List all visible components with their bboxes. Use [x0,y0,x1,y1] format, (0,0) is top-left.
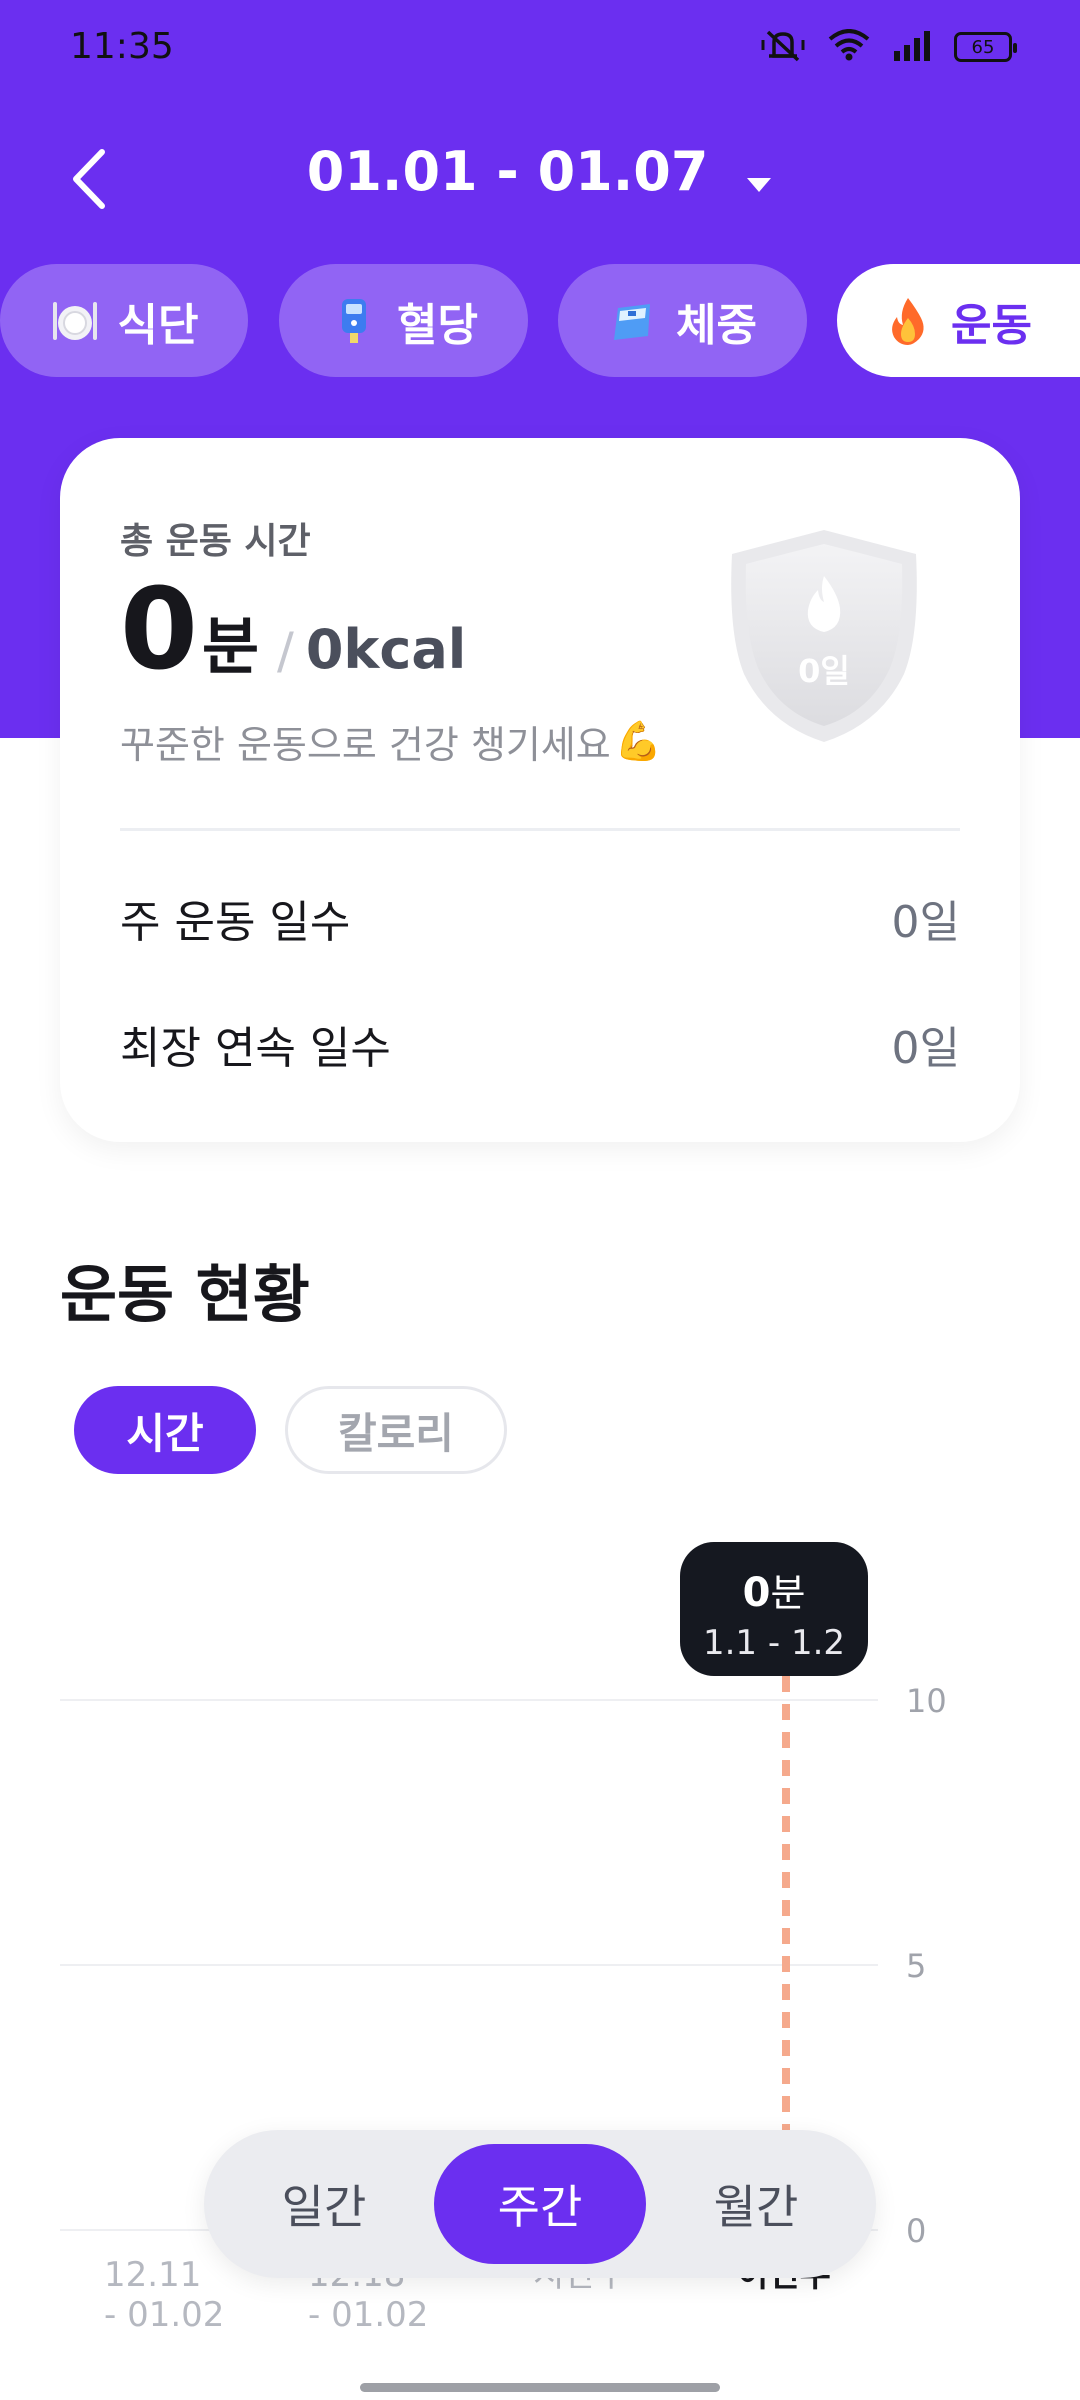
glucose-meter-icon [329,296,379,346]
mute-vibrate-icon [760,28,806,66]
tab-weight-label: 체중 [676,299,757,351]
status-icons: 65 [760,28,1017,66]
fire-icon [883,296,933,346]
tooltip-unit: 분 [770,1571,806,1615]
tab-glucose[interactable]: 혈당 [279,264,528,377]
x-tick-label: 12.11- 01.02 [104,2255,224,2335]
section-title: 운동 현황 [60,1258,310,1331]
motivation-text: 꾸준한 운동으로 건강 챙기세요 💪 [120,714,662,769]
minutes-unit: 분 [201,610,259,683]
x-tick-label-line: - 01.02 [308,2295,428,2335]
period-weekly-button[interactable]: 주간 [434,2144,646,2264]
y-tick-label: 0 [906,2212,926,2250]
period-daily-button[interactable]: 일간 [218,2144,430,2264]
total-exercise-label: 총 운동 시간 [120,521,311,562]
period-switch: 일간 주간 월간 [204,2130,876,2278]
exercise-summary-card: 총 운동 시간 0 분 / 0kcal 꾸준한 운동으로 건강 챙기세요 💪 0… [60,438,1020,1142]
tooltip-value-line: 0분 [680,1562,868,1617]
date-range-selector[interactable]: 01.01 - 01.07 [0,140,1080,207]
tab-glucose-label: 혈당 [397,299,478,351]
status-time: 11:35 [70,26,174,67]
total-exercise-values: 0 분 / 0kcal [120,574,466,686]
stat-value: 0일 [891,897,960,948]
total-minutes: 0 [120,565,198,695]
chart-tooltip: 0분 1.1 - 1.2 [680,1542,868,1676]
tooltip-value: 0 [742,1570,771,1616]
y-tick-label: 5 [906,1947,926,1985]
stat-value: 0일 [891,1023,960,1074]
total-kcal: 0kcal [305,618,467,681]
battery-icon: 65 [954,32,1017,62]
caret-down-icon [745,144,773,207]
badge-days: 0일 [798,652,850,690]
metric-tab-time[interactable]: 시간 [74,1386,256,1474]
value-separator: / [276,622,294,680]
tab-meal-label: 식단 [117,299,199,351]
tab-weight[interactable]: 체중 [558,264,807,377]
x-tick-label-line: - 01.02 [104,2295,224,2335]
streak-badge: 0일 [720,524,928,748]
tab-exercise[interactable]: 운동 [837,264,1080,377]
x-tick-label-line: 12.11 [104,2255,201,2295]
tooltip-range: 1.1 - 1.2 [702,1623,846,1663]
motivation-message: 꾸준한 운동으로 건강 챙기세요 [120,723,611,767]
home-indicator [360,2383,720,2392]
tab-exercise-label: 운동 [951,299,1032,351]
meal-icon [50,296,100,346]
y-tick-label: 10 [906,1682,947,1720]
card-divider [120,828,960,831]
stat-label: 최장 연속 일수 [120,1023,391,1074]
wifi-icon [828,29,870,65]
tab-meal[interactable]: 식단 [0,264,248,377]
metric-tab-calories[interactable]: 칼로리 [285,1386,507,1474]
longest-streak-row: 최장 연속 일수 0일 [120,1012,960,1076]
date-range-label: 01.01 - 01.07 [306,140,709,203]
stat-label: 주 운동 일수 [120,897,351,948]
weekly-exercise-days-row: 주 운동 일수 0일 [120,886,960,950]
scale-icon [608,296,658,346]
flexed-biceps-icon: 💪 [614,719,663,763]
period-monthly-button[interactable]: 월간 [650,2144,862,2264]
status-bar: 11:35 65 [0,0,1080,96]
signal-icon [892,29,932,65]
